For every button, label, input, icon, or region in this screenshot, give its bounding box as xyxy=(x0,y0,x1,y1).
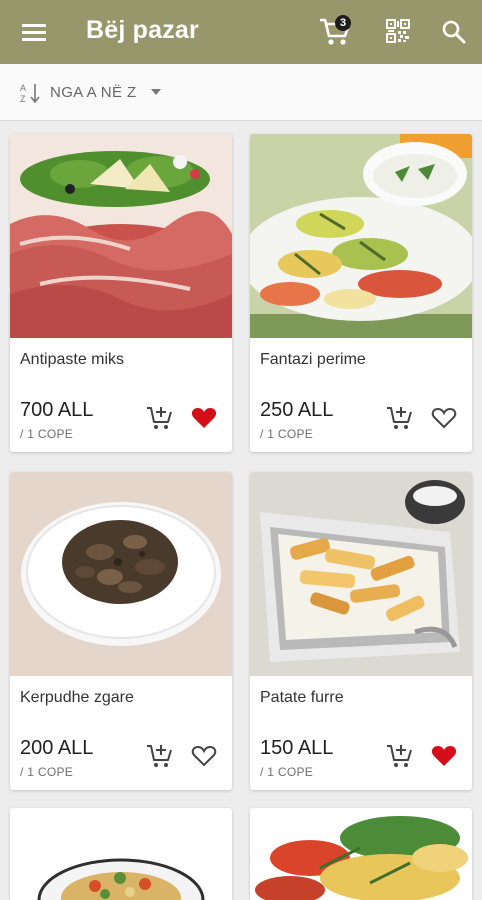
product-unit: / 1 COPE xyxy=(260,427,314,441)
svg-text:Z: Z xyxy=(20,94,26,104)
qr-code-icon[interactable] xyxy=(386,19,410,43)
product-card[interactable]: Patate furre 150 ALL / 1 COPE xyxy=(250,472,472,790)
product-price: 250 ALL xyxy=(260,399,334,421)
menu-icon[interactable] xyxy=(20,18,48,46)
product-image xyxy=(10,472,232,676)
product-price: 700 ALL xyxy=(20,399,94,421)
product-name: Antipaste miks xyxy=(20,351,125,368)
page-title: Bëj pazar xyxy=(86,16,199,44)
product-card[interactable]: Fantazi perime 250 ALL / 1 COPE xyxy=(250,134,472,452)
heart-filled-icon[interactable] xyxy=(191,406,217,430)
product-unit: / 1 COPE xyxy=(20,765,74,779)
heart-filled-icon[interactable] xyxy=(431,744,457,768)
product-price: 200 ALL xyxy=(20,737,94,759)
product-card[interactable]: Antipaste miks 700 ALL / 1 COPE xyxy=(10,134,232,452)
search-icon[interactable] xyxy=(441,19,467,45)
product-image xyxy=(250,472,472,676)
product-image xyxy=(10,808,232,900)
add-to-cart-icon[interactable] xyxy=(386,404,414,432)
cart-count-badge: 3 xyxy=(335,15,351,31)
add-to-cart-icon[interactable] xyxy=(146,742,174,770)
product-name: Fantazi perime xyxy=(260,351,366,368)
product-image xyxy=(10,134,232,338)
product-card[interactable]: Kerpudhe zgare 200 ALL / 1 COPE xyxy=(10,472,232,790)
heart-outline-icon[interactable] xyxy=(431,406,457,430)
product-unit: / 1 COPE xyxy=(20,427,74,441)
sort-bar: A Z NGA A NË Z xyxy=(0,64,482,121)
heart-outline-icon[interactable] xyxy=(191,744,217,768)
add-to-cart-icon[interactable] xyxy=(146,404,174,432)
add-to-cart-icon[interactable] xyxy=(386,742,414,770)
svg-text:A: A xyxy=(20,83,26,93)
sort-order-label[interactable]: NGA A NË Z xyxy=(50,84,137,101)
product-image xyxy=(250,134,472,338)
product-name: Kerpudhe zgare xyxy=(20,689,134,706)
chevron-down-icon[interactable] xyxy=(151,89,161,96)
product-name: Patate furre xyxy=(260,689,344,706)
product-image xyxy=(250,808,472,900)
app-bar: Bëj pazar 3 xyxy=(0,0,482,64)
product-card[interactable] xyxy=(10,808,232,900)
product-card[interactable] xyxy=(250,808,472,900)
product-price: 150 ALL xyxy=(260,737,334,759)
product-unit: / 1 COPE xyxy=(260,765,314,779)
sort-alphabetical-icon[interactable]: A Z xyxy=(18,81,42,105)
